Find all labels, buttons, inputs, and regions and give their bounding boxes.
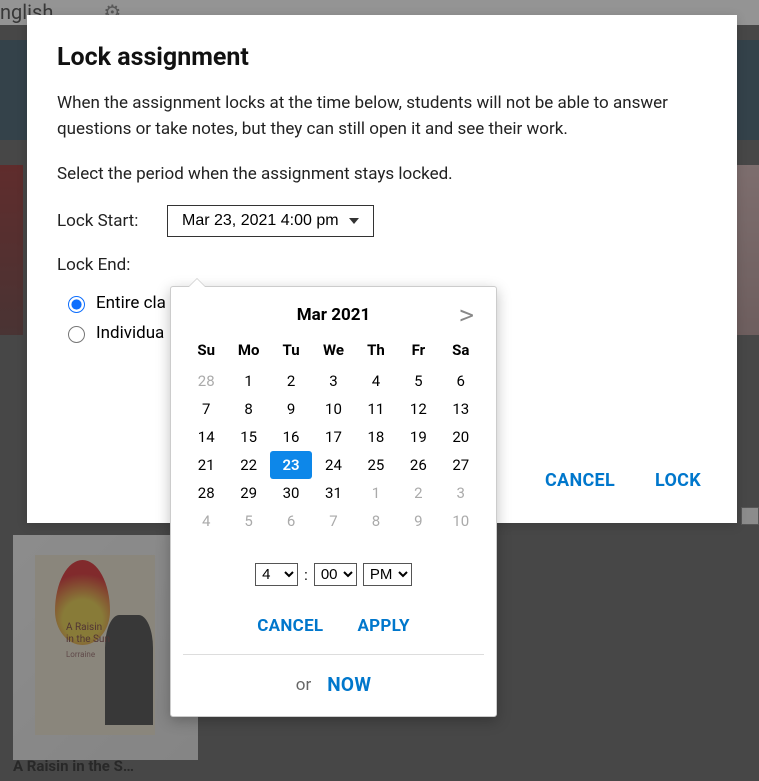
lock-start-value: Mar 23, 2021 4:00 pm — [182, 212, 339, 230]
calendar-month-title: Mar 2021 — [297, 305, 370, 325]
now-button[interactable]: NOW — [327, 673, 371, 696]
modal-actions: CANCEL LOCK — [545, 470, 701, 491]
calendar-day[interactable]: 5 — [397, 367, 439, 395]
calendar-day[interactable]: 6 — [270, 507, 312, 535]
lock-button[interactable]: LOCK — [655, 470, 701, 491]
calendar-day[interactable]: 13 — [440, 395, 482, 423]
next-month-button[interactable]: > — [460, 301, 474, 329]
bg-book-title-line1: A Raisin — [66, 622, 102, 633]
calendar-day[interactable]: 2 — [270, 367, 312, 395]
calendar-day[interactable]: 7 — [185, 395, 227, 423]
modal-description: When the assignment locks at the time be… — [57, 90, 703, 143]
datetime-popover: < Mar 2021 > SuMoTuWeThFrSa2812345678910… — [170, 286, 497, 717]
scope-individual-radio[interactable] — [68, 326, 85, 343]
calendar-day[interactable]: 4 — [355, 367, 397, 395]
dow-header: Su — [185, 335, 227, 367]
time-separator: : — [304, 566, 308, 584]
bg-card-right — [736, 165, 759, 335]
scope-entire-class-label: Entire cla — [96, 293, 166, 313]
calendar-day[interactable]: 9 — [397, 507, 439, 535]
lock-end-label: Lock End: — [57, 255, 167, 275]
bg-book-caption: A Raisin in the S… — [13, 757, 134, 775]
calendar-grid: SuMoTuWeThFrSa28123456789101112131415161… — [171, 335, 496, 543]
calendar-day[interactable]: 31 — [312, 479, 354, 507]
calendar-day[interactable]: 6 — [440, 367, 482, 395]
lock-end-row: Lock End: — [57, 255, 703, 275]
dow-header: Fr — [397, 335, 439, 367]
scope-individual-label: Individua — [96, 323, 164, 343]
now-row: or NOW — [171, 655, 496, 716]
calendar-day[interactable]: 20 — [440, 423, 482, 451]
modal-instruction: Select the period when the assignment st… — [57, 161, 703, 187]
calendar-day[interactable]: 25 — [355, 451, 397, 479]
calendar-day[interactable]: 7 — [312, 507, 354, 535]
bg-book-author: Lorraine — [66, 650, 95, 659]
calendar-day[interactable]: 22 — [227, 451, 269, 479]
calendar-day[interactable]: 24 — [312, 451, 354, 479]
calendar-day[interactable]: 26 — [397, 451, 439, 479]
calendar-header: < Mar 2021 > — [171, 287, 496, 335]
minute-select[interactable]: 00153045 — [314, 563, 357, 586]
hour-select[interactable]: 123456789101112 — [255, 563, 298, 586]
calendar-day[interactable]: 19 — [397, 423, 439, 451]
scope-entire-class-radio[interactable] — [68, 296, 85, 313]
calendar-day[interactable]: 18 — [355, 423, 397, 451]
calendar-day[interactable]: 14 — [185, 423, 227, 451]
lock-start-label: Lock Start: — [57, 211, 167, 231]
popover-apply-button[interactable]: APPLY — [357, 616, 409, 636]
calendar-day[interactable]: 21 — [185, 451, 227, 479]
bg-card-left — [0, 165, 23, 335]
calendar-day[interactable]: 28 — [185, 479, 227, 507]
calendar-day[interactable]: 3 — [312, 367, 354, 395]
calendar-day[interactable]: 8 — [355, 507, 397, 535]
lock-start-row: Lock Start: Mar 23, 2021 4:00 pm — [57, 205, 703, 237]
calendar-day[interactable]: 2 — [397, 479, 439, 507]
calendar-day[interactable]: 27 — [440, 451, 482, 479]
calendar-day[interactable]: 23 — [270, 451, 312, 479]
calendar-icon — [741, 507, 759, 525]
bg-book-person-shape — [105, 615, 153, 725]
dow-header: Th — [355, 335, 397, 367]
dow-header: Sa — [440, 335, 482, 367]
calendar-day[interactable]: 9 — [270, 395, 312, 423]
calendar-day[interactable]: 3 — [440, 479, 482, 507]
popover-cancel-button[interactable]: CANCEL — [257, 616, 323, 636]
ampm-select[interactable]: AMPM — [363, 563, 412, 586]
dow-header: We — [312, 335, 354, 367]
lock-start-datetime-button[interactable]: Mar 23, 2021 4:00 pm — [167, 205, 374, 237]
calendar-day[interactable]: 17 — [312, 423, 354, 451]
calendar-day[interactable]: 1 — [355, 479, 397, 507]
calendar-day[interactable]: 5 — [227, 507, 269, 535]
dow-header: Mo — [227, 335, 269, 367]
popover-actions: CANCEL APPLY — [171, 594, 496, 654]
calendar-day[interactable]: 29 — [227, 479, 269, 507]
calendar-day[interactable]: 1 — [227, 367, 269, 395]
bg-book-title-line2: in the Sun — [66, 634, 110, 645]
calendar-day[interactable]: 16 — [270, 423, 312, 451]
calendar-day[interactable]: 10 — [312, 395, 354, 423]
or-label: or — [296, 675, 311, 695]
calendar-day[interactable]: 28 — [185, 367, 227, 395]
calendar-day[interactable]: 8 — [227, 395, 269, 423]
calendar-day[interactable]: 12 — [397, 395, 439, 423]
modal-title: Lock assignment — [57, 43, 703, 72]
calendar-day[interactable]: 11 — [355, 395, 397, 423]
calendar-day[interactable]: 15 — [227, 423, 269, 451]
time-selector-row: 123456789101112 : 00153045 AMPM — [171, 543, 496, 594]
caret-down-icon — [349, 218, 359, 224]
calendar-day[interactable]: 30 — [270, 479, 312, 507]
cancel-button[interactable]: CANCEL — [545, 470, 615, 491]
calendar-day[interactable]: 4 — [185, 507, 227, 535]
calendar-day[interactable]: 10 — [440, 507, 482, 535]
dow-header: Tu — [270, 335, 312, 367]
